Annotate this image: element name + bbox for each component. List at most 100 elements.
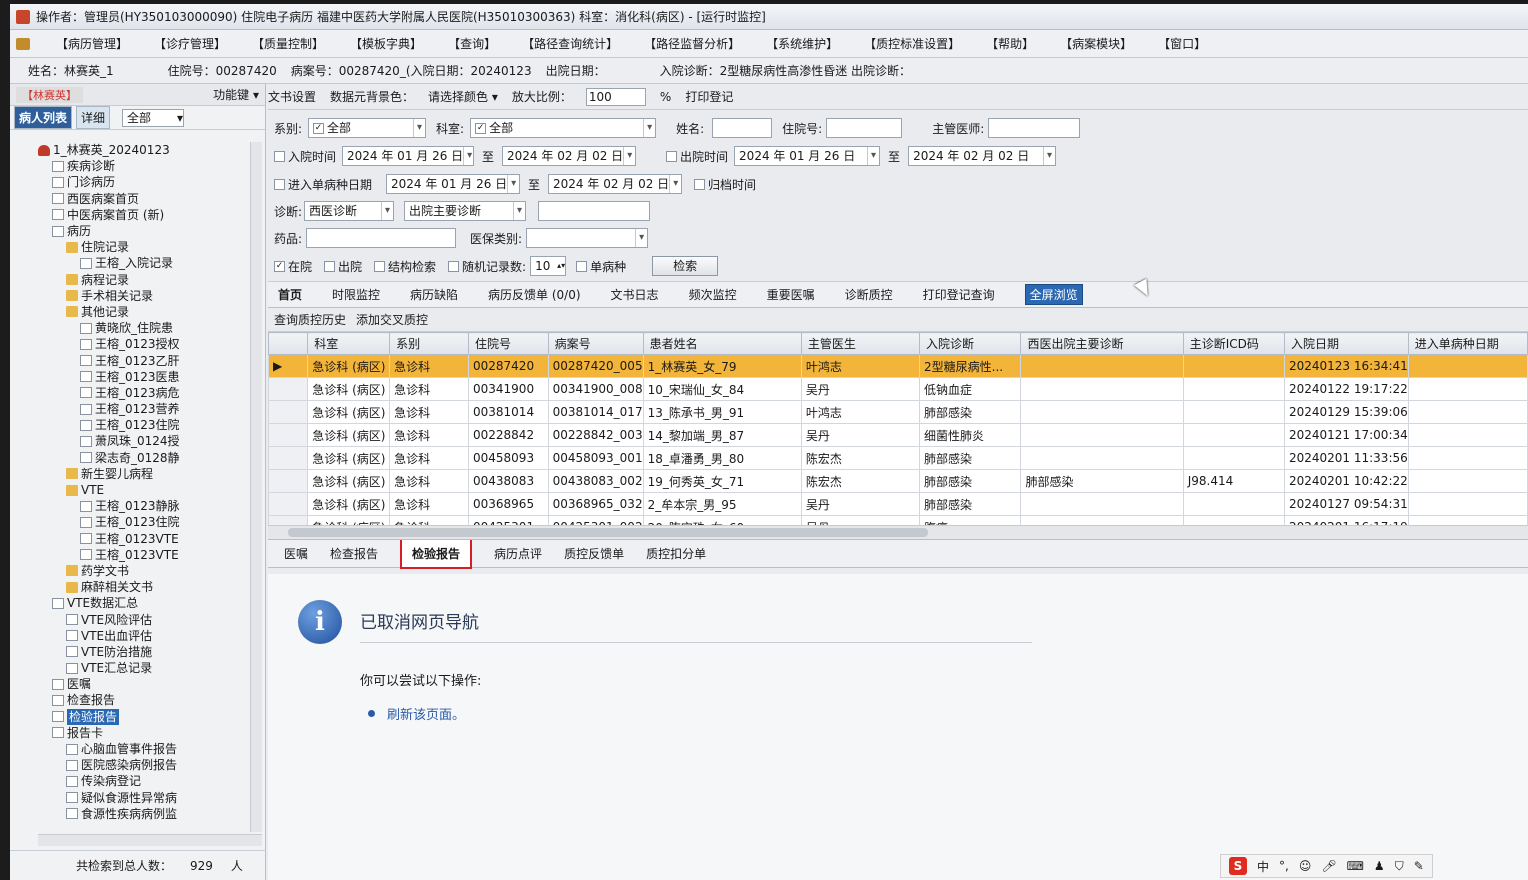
tree-node[interactable]: 梁志奇_0128静 — [38, 450, 250, 466]
tree-node[interactable]: 王榕_0123静脉 — [38, 498, 250, 514]
table-cell[interactable]: 急诊科 — [389, 354, 469, 378]
tree-node[interactable]: 萧凤珠_0124授 — [38, 433, 250, 449]
menu-record-mgmt[interactable]: 【病历管理】 — [56, 35, 128, 52]
table-cell[interactable]: 叶鸿志 — [800, 400, 921, 424]
table-cell[interactable]: 肺部感染 — [919, 469, 1022, 493]
table-cell[interactable] — [1182, 423, 1285, 447]
table-cell[interactable]: 低钠血症 — [919, 377, 1022, 401]
tree-node[interactable]: 西医病案首页 — [38, 191, 250, 207]
table-row[interactable]: ▶ 急诊科 (病区) 急诊科 00287420 00287420_005 1_林赛英_女_… — [268, 354, 1528, 378]
tree-vertical-scrollbar[interactable] — [250, 142, 262, 832]
row-header[interactable] — [268, 446, 309, 470]
table-cell[interactable]: 2_牟本宗_男_95 — [642, 492, 802, 516]
table-cell[interactable]: 00438083_002 — [547, 469, 644, 493]
table-cell[interactable] — [1182, 400, 1285, 424]
table-cell[interactable]: 急诊科 — [389, 469, 469, 493]
wrench-icon[interactable]: ✎ — [1414, 859, 1424, 873]
table-cell[interactable]: 肺部感染 — [919, 446, 1022, 470]
row-header[interactable] — [268, 423, 309, 447]
table-cell[interactable]: 20240201 11:33:56 — [1283, 446, 1409, 470]
diagnosis-kind-select[interactable]: 出院主要诊断 — [404, 201, 527, 221]
table-cell[interactable]: 吴丹 — [800, 423, 921, 447]
tree-node[interactable]: 其他记录 — [38, 304, 250, 320]
tree-node[interactable]: 麻醉相关文书 — [38, 579, 250, 595]
tree-node[interactable]: 医嘱 — [38, 676, 250, 692]
table-row[interactable]: 急诊科 (病区) 急诊科 00341900 00341900_008 10_宋瑞仙_女_… — [268, 377, 1528, 401]
table-cell[interactable]: 00381014_017 — [547, 400, 644, 424]
col-header[interactable]: 入院诊断 — [919, 332, 1022, 355]
discharge-time-checkbox[interactable] — [666, 150, 678, 162]
tree-node[interactable]: 医院感染病例报告 — [38, 757, 250, 773]
table-cell[interactable]: 急诊科 (病区) — [307, 446, 391, 470]
tree-node[interactable]: 王榕_0123住院 — [38, 417, 250, 433]
tree-node[interactable]: 王榕_0123住院 — [38, 514, 250, 530]
table-cell[interactable]: 00341900_008 — [547, 377, 644, 401]
table-cell[interactable] — [1020, 377, 1184, 401]
ime-mode[interactable]: 中 — [1257, 858, 1269, 875]
tree-node[interactable]: 食源性疾病病例监 — [38, 806, 250, 822]
table-cell[interactable] — [1182, 377, 1285, 401]
table-cell[interactable]: 00341900 — [468, 377, 549, 401]
table-cell[interactable]: 急诊科 (病区) — [307, 354, 391, 378]
tree-node[interactable]: VTE汇总记录 — [38, 660, 250, 676]
tree-node[interactable]: 王榕_0123病危 — [38, 385, 250, 401]
table-cell[interactable]: 陈宏杰 — [800, 469, 921, 493]
table-cell[interactable]: 20240121 17:00:34 — [1283, 423, 1409, 447]
table-cell[interactable]: 急诊科 — [389, 492, 469, 516]
tab-patient-list[interactable]: 病人列表 — [14, 106, 73, 129]
tree-node[interactable]: 1_林赛英_20240123 — [38, 142, 250, 158]
col-header[interactable]: 主诊断ICD码 — [1182, 332, 1285, 355]
menu-app-icon[interactable] — [16, 37, 30, 50]
dept-type-select[interactable]: ✓ 全部 — [308, 118, 427, 138]
table-cell[interactable]: 细菌性肺炎 — [919, 423, 1022, 447]
random-records-spinner[interactable]: 10 ▴▾ — [530, 256, 567, 276]
user-icon[interactable]: ♟ — [1374, 859, 1385, 873]
doc-settings-button[interactable]: 文书设置 — [268, 88, 316, 105]
tree-node[interactable]: VTE — [38, 482, 250, 498]
tab-qc-feedback[interactable]: 质控反馈单 — [564, 545, 624, 562]
table-row[interactable]: 急诊科 (病区) 急诊科 00381014 00381014_017 13_陈承书_男_… — [268, 400, 1528, 424]
single-disease-date-checkbox[interactable] — [274, 178, 285, 190]
table-cell[interactable]: 20240201 10:42:22 — [1283, 469, 1409, 493]
single-disease-checkbox[interactable] — [576, 260, 588, 272]
table-cell[interactable]: 急诊科 (病区) — [307, 423, 391, 447]
table-row[interactable]: 急诊科 (病区) 急诊科 00228842 00228842_003 14_黎加端_男_… — [268, 423, 1528, 447]
tab-print-query[interactable]: 打印登记查询 — [923, 286, 995, 303]
table-cell[interactable] — [1407, 377, 1528, 401]
col-header[interactable]: 进入单病种日期 — [1407, 332, 1528, 355]
color-select[interactable]: 请选择颜色 ▾ — [428, 88, 498, 105]
admit-from-date[interactable]: 2024 年 01 月 26 日 — [342, 146, 475, 166]
table-cell[interactable]: 00368965 — [468, 492, 549, 516]
tree-node[interactable]: 检查报告 — [38, 692, 250, 708]
table-row[interactable]: 急诊科 (病区) 急诊科 00438083 00438083_002 19_何秀英_女_… — [268, 469, 1528, 493]
refresh-page-link[interactable]: 刷新该页面。 — [368, 704, 465, 723]
ime-toolbar[interactable]: S 中 °, ☺ 🎤︎ ⌨ ♟ ⛉ ✎ — [1220, 854, 1433, 878]
tree-horizontal-scrollbar[interactable] — [38, 834, 262, 846]
single-from-date[interactable]: 2024 年 01 月 26 日 — [386, 174, 521, 194]
tree-node[interactable]: 黄晓欣_住院患 — [38, 320, 250, 336]
table-cell[interactable]: 20240122 19:17:22 — [1283, 377, 1409, 401]
table-cell[interactable]: 10_宋瑞仙_女_84 — [642, 377, 802, 401]
col-header[interactable]: 系别 — [389, 332, 469, 355]
archive-time-checkbox[interactable] — [694, 178, 706, 190]
random-records-checkbox[interactable] — [448, 260, 460, 272]
menu-path-stats[interactable]: 【路径查询统计】 — [522, 35, 618, 52]
tree-node[interactable]: 王榕_入院记录 — [38, 255, 250, 271]
table-cell[interactable]: 肺部感染 — [1020, 469, 1184, 493]
menu-query[interactable]: 【查询】 — [448, 35, 496, 52]
menu-help[interactable]: 【帮助】 — [986, 35, 1034, 52]
row-header[interactable] — [268, 492, 309, 516]
table-cell[interactable]: 陈宏杰 — [800, 446, 921, 470]
admission-no-input[interactable] — [826, 118, 903, 138]
insurance-select[interactable] — [526, 228, 649, 248]
table-cell[interactable]: 18_卓潘勇_男_80 — [642, 446, 802, 470]
tab-lab-report[interactable]: 检验报告 — [400, 538, 473, 569]
row-header[interactable]: ▶ — [268, 354, 309, 378]
table-cell[interactable] — [1020, 423, 1184, 447]
table-cell[interactable]: 00381014 — [468, 400, 549, 424]
table-cell[interactable]: 00368965_032 — [547, 492, 644, 516]
col-header[interactable]: 西医出院主要诊断 — [1020, 332, 1184, 355]
skin-icon[interactable]: ⛉ — [1395, 859, 1404, 874]
menu-template-dict[interactable]: 【模板字典】 — [350, 35, 422, 52]
struct-search-checkbox[interactable] — [374, 260, 386, 272]
